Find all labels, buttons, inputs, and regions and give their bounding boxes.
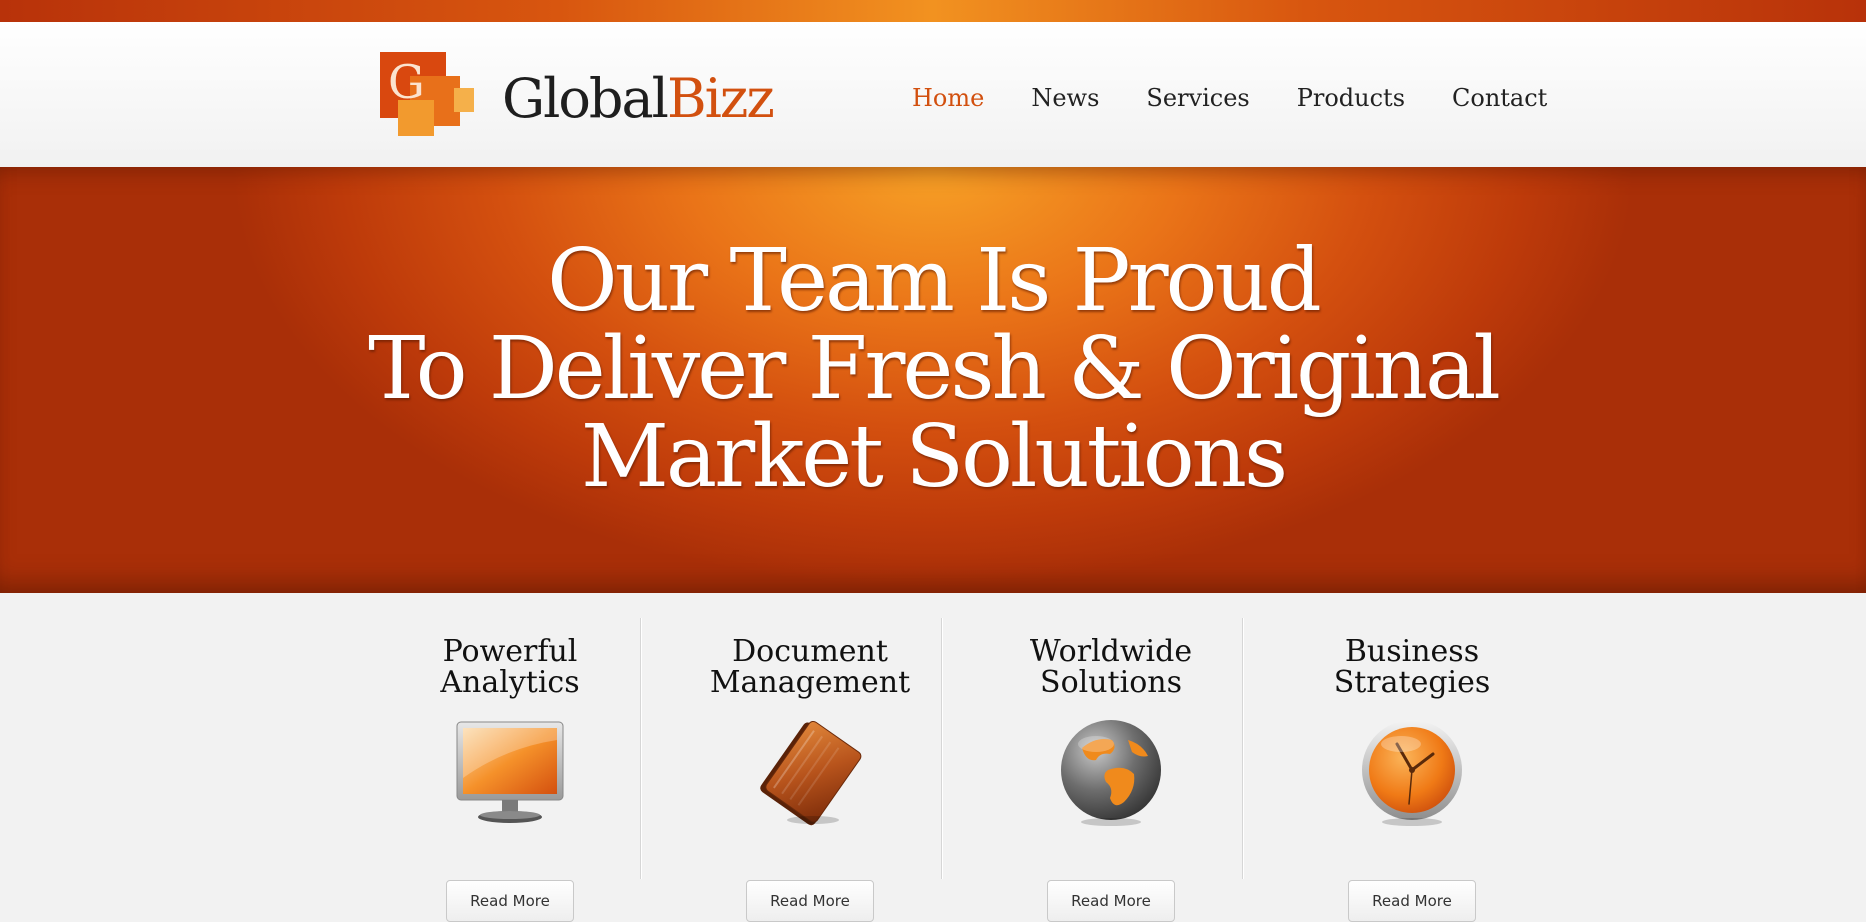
feature-title-line-2: Management bbox=[709, 665, 911, 700]
feature-title: Powerful Analytics bbox=[370, 636, 650, 698]
feature-divider bbox=[640, 618, 641, 879]
feature-title-line-1: Worldwide bbox=[1029, 634, 1193, 669]
feature-divider bbox=[941, 618, 942, 879]
hero-headline-line-2: To Deliver Fresh & Original bbox=[368, 319, 1501, 419]
hero-headline-line-3: Market Solutions bbox=[580, 407, 1288, 507]
feature-title-line-2: Strategies bbox=[1333, 665, 1491, 700]
read-more-button[interactable]: Read More bbox=[746, 880, 874, 922]
feature-title: Document Management bbox=[670, 636, 950, 698]
site-header: G GlobalBizz Home News Services Products… bbox=[0, 22, 1866, 168]
top-accent-bar bbox=[0, 0, 1866, 22]
feature-title: Worldwide Solutions bbox=[971, 636, 1251, 698]
feature-analytics: Powerful Analytics Read More bbox=[360, 618, 660, 922]
feature-divider bbox=[1242, 618, 1243, 879]
folder-icon bbox=[755, 718, 865, 828]
feature-title: Business Strategies bbox=[1272, 636, 1552, 698]
logo[interactable]: G GlobalBizz bbox=[380, 52, 780, 142]
hero-headline: Our Team Is Proud To Deliver Fresh & Ori… bbox=[0, 237, 1866, 501]
hero-headline-line-1: Our Team Is Proud bbox=[547, 231, 1322, 331]
hero-banner: Our Team Is Proud To Deliver Fresh & Ori… bbox=[0, 167, 1866, 593]
read-more-button[interactable]: Read More bbox=[1348, 880, 1476, 922]
read-more-button[interactable]: Read More bbox=[1047, 880, 1175, 922]
feature-document-management: Document Management Read More bbox=[660, 618, 960, 922]
logo-mark-icon: G bbox=[380, 52, 476, 142]
feature-business-strategies: Business Strategies Read More bbox=[1262, 618, 1562, 922]
feature-title-line-2: Analytics bbox=[440, 665, 580, 700]
feature-worldwide-solutions: Worldwide Solutions Read More bbox=[961, 618, 1261, 922]
feature-title-line-2: Solutions bbox=[1040, 665, 1182, 700]
clock-icon bbox=[1357, 718, 1467, 828]
feature-title-line-1: Document bbox=[732, 634, 888, 669]
features-section: Powerful Analytics Read More Document Ma… bbox=[360, 594, 1510, 922]
nav-item-home[interactable]: Home bbox=[912, 78, 984, 118]
feature-title-line-1: Business bbox=[1344, 634, 1480, 669]
globe-icon bbox=[1056, 718, 1166, 828]
nav-item-contact[interactable]: Contact bbox=[1452, 78, 1547, 118]
feature-title-line-1: Powerful bbox=[442, 634, 578, 669]
nav-item-products[interactable]: Products bbox=[1297, 78, 1405, 118]
logo-wordmark: GlobalBizz bbox=[502, 64, 775, 134]
main-nav: Home News Services Products Contact bbox=[912, 78, 1547, 118]
read-more-button[interactable]: Read More bbox=[446, 880, 574, 922]
logo-mark-letter: G bbox=[388, 55, 425, 109]
monitor-icon bbox=[455, 718, 565, 828]
logo-text-global: Global bbox=[502, 67, 669, 130]
nav-item-news[interactable]: News bbox=[1031, 78, 1099, 118]
nav-item-services[interactable]: Services bbox=[1146, 78, 1249, 118]
logo-text-bizz: Bizz bbox=[666, 67, 775, 130]
